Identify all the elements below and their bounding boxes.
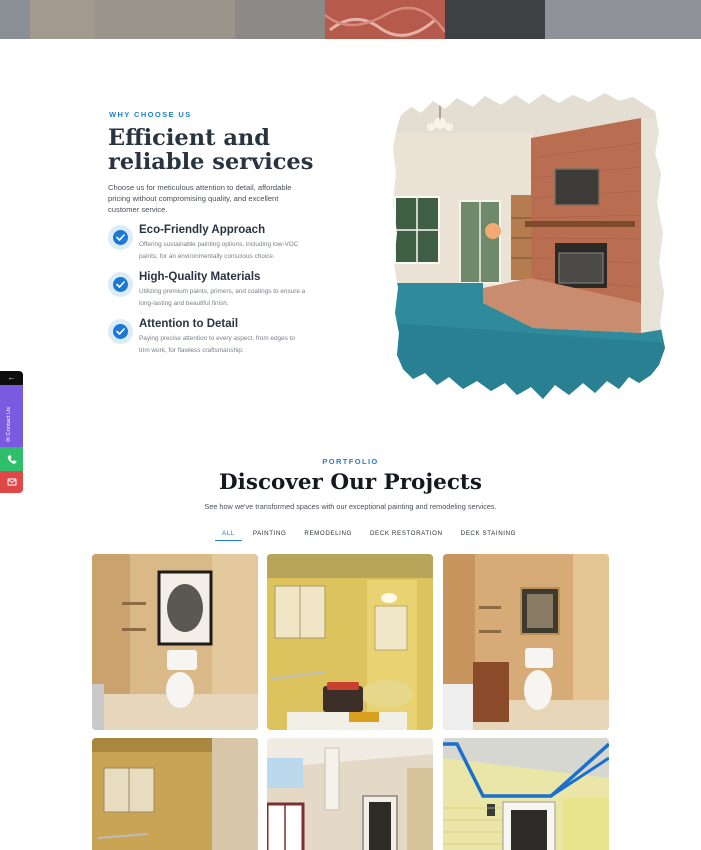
arrow-left-icon: ←	[7, 373, 16, 382]
portfolio-description: See how we've transformed spaces with ou…	[204, 502, 497, 511]
tab-remodeling[interactable]: REMODELING	[295, 529, 361, 541]
project-card-porch-yellow[interactable]	[443, 738, 609, 850]
project-card-bathroom-lion[interactable]	[92, 554, 258, 730]
project-card-bathroom-cabinet[interactable]	[443, 554, 609, 730]
living-room-image	[393, 93, 665, 401]
why-description: Choose us for meticulous attention to de…	[108, 183, 292, 214]
feature-attention-detail: Attention to Detail Paying precise atten…	[108, 318, 318, 359]
contact-us-label: ✉ Contact Us	[6, 406, 12, 442]
feature-description: Paying precise attention to every aspect…	[139, 335, 295, 354]
why-eyebrow: WHY CHOOSE US	[109, 110, 192, 119]
feature-description: Offering sustainable painting options, i…	[139, 241, 299, 260]
feature-eco-friendly: Eco-Friendly Approach Offering sustainab…	[108, 224, 318, 265]
tab-deck-restoration[interactable]: DECK RESTORATION	[361, 529, 452, 541]
feature-title: Attention to Detail	[139, 318, 239, 330]
why-title: Efficient and reliable services	[108, 125, 314, 175]
feature-description: Utilizing premium paints, primers, and c…	[139, 288, 306, 307]
portfolio-title: Discover Our Projects	[219, 470, 482, 495]
portfolio-filter-tabs: ALL PAINTING REMODELING DECK RESTORATION…	[213, 529, 525, 543]
tab-deck-staining[interactable]: DECK STAINING	[452, 529, 525, 541]
check-circle-icon	[108, 272, 133, 297]
feature-high-quality: High-Quality Materials Utilizing premium…	[108, 271, 318, 312]
project-card-porch-entry[interactable]	[267, 738, 433, 850]
side-widget-toggle[interactable]: ←	[0, 371, 23, 385]
hero-image-strip	[0, 0, 701, 39]
tab-all[interactable]: ALL	[213, 529, 244, 541]
project-card-bathroom-yellow[interactable]	[267, 554, 433, 730]
contact-us-tab[interactable]: ✉ Contact Us	[0, 385, 23, 447]
project-card-bathroom-vanity[interactable]	[92, 738, 258, 850]
tab-painting[interactable]: PAINTING	[244, 529, 296, 541]
portfolio-eyebrow: PORTFOLIO	[322, 457, 379, 466]
feature-title: Eco-Friendly Approach	[139, 224, 266, 236]
feature-title: High-Quality Materials	[139, 271, 261, 283]
check-circle-icon	[108, 225, 133, 250]
check-circle-icon	[108, 319, 133, 344]
